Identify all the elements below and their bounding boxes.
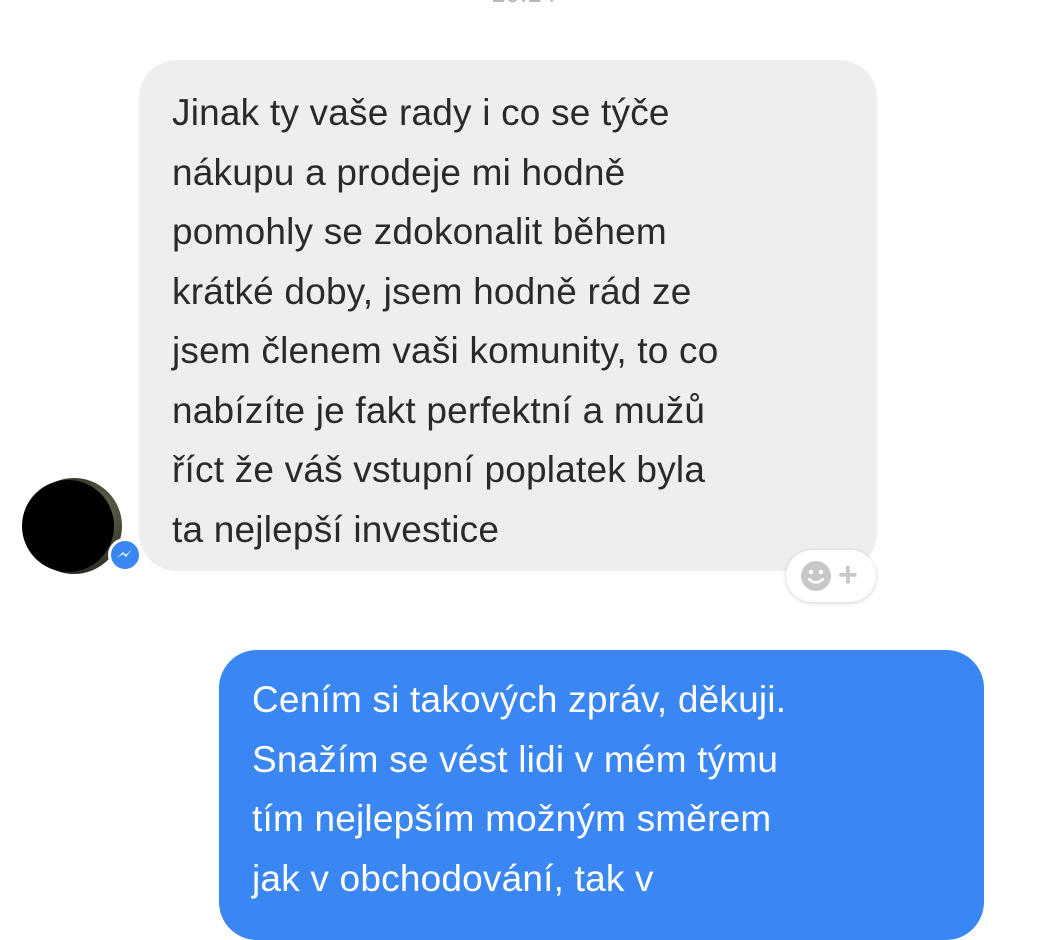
message-line: nákupu a prodeje mi hodně <box>172 151 626 193</box>
add-reaction-button[interactable]: + <box>786 550 876 602</box>
incoming-message-bubble[interactable]: Jinak ty vaše rady i co se týče nákupu a… <box>139 60 877 571</box>
message-line: Snažím se vést lidi v mém týmu <box>252 738 779 780</box>
message-line: tím nejlepším možným směrem <box>252 798 772 839</box>
message-timestamp: 10:14 <box>0 0 1047 9</box>
message-line: Cením si takových zpráv, děkuji. <box>252 679 787 720</box>
plus-icon: + <box>838 556 858 594</box>
message-line: jsem členem vaši komunity, to co <box>172 330 719 371</box>
message-line: nabízíte je fakt perfektní a mužů <box>172 389 706 431</box>
message-line: říct že váš vstupní poplatek byla <box>172 449 706 490</box>
messenger-check-icon <box>108 538 142 572</box>
message-line: krátké doby, jsem hodně rád ze <box>172 270 692 312</box>
message-line: Jinak ty vaše rady i co se týče <box>172 92 670 133</box>
smiley-icon <box>801 561 831 591</box>
message-line: pomohly se zdokonalit během <box>172 211 667 252</box>
outgoing-message-bubble[interactable]: Cením si takových zpráv, děkuji. Snažím … <box>219 650 984 940</box>
message-line: jak v obchodování, tak v <box>252 857 654 899</box>
message-line: ta nejlepší investice <box>172 508 500 550</box>
sender-avatar[interactable] <box>22 478 142 576</box>
avatar-redaction <box>22 480 114 572</box>
